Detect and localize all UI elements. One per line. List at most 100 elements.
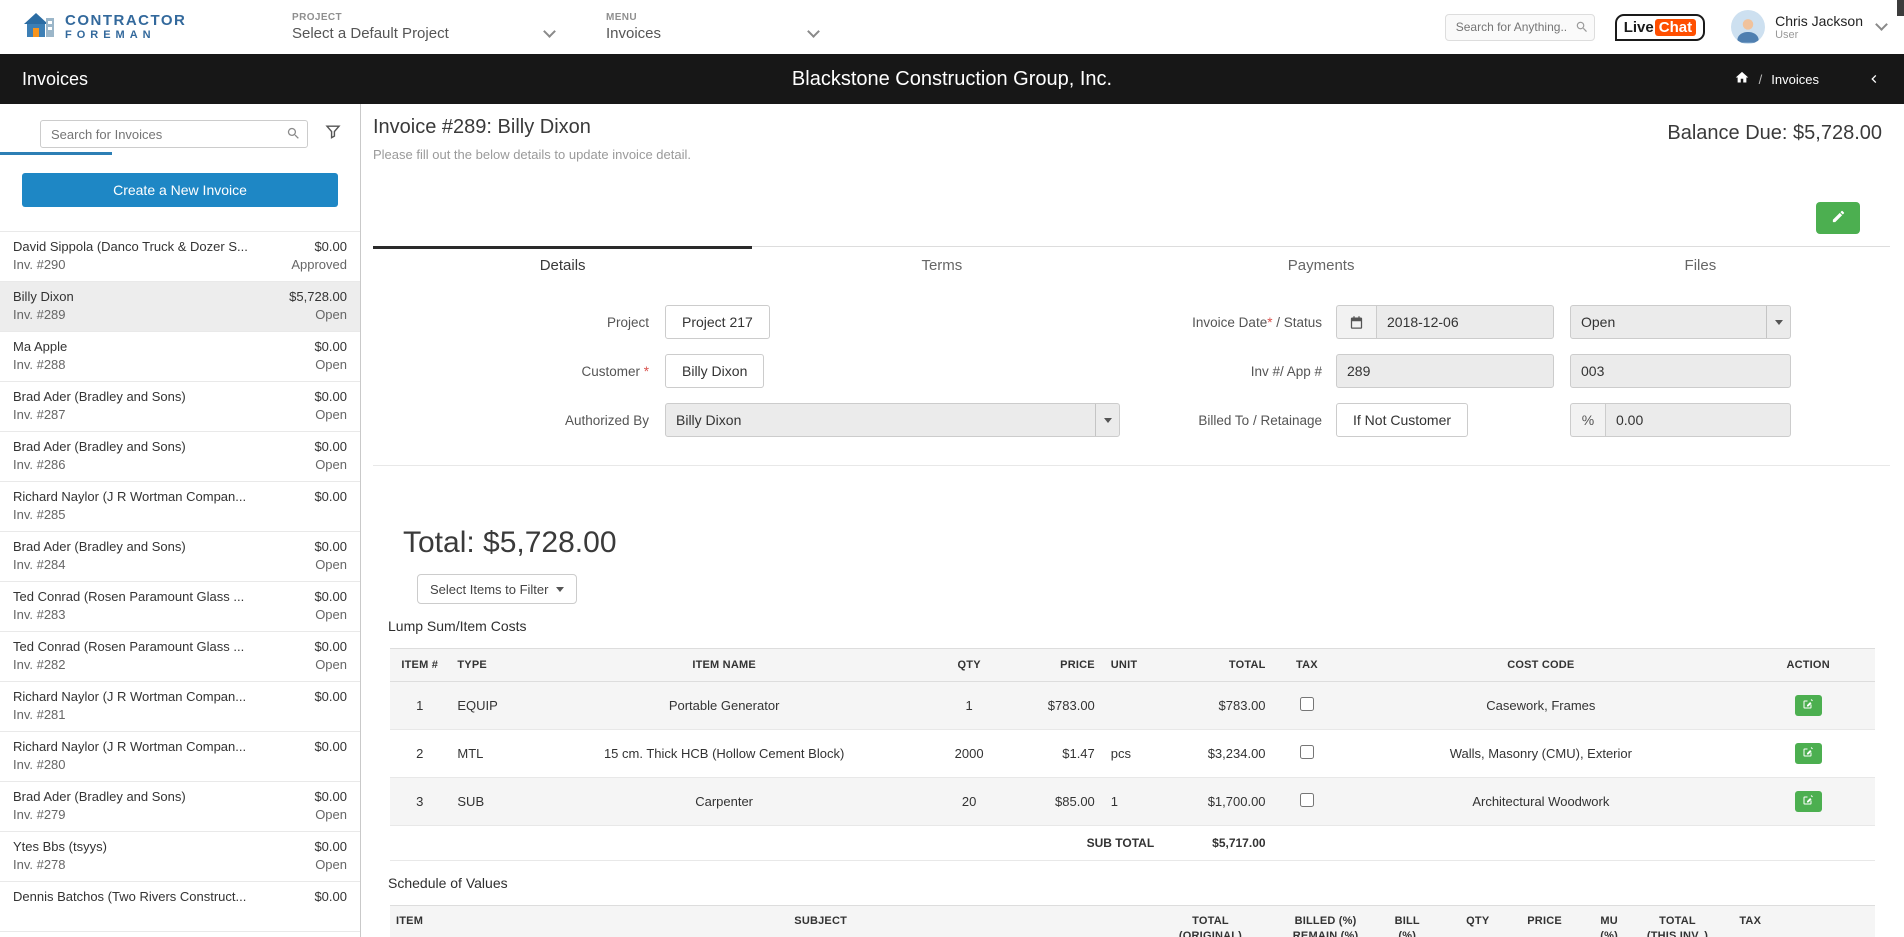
invoice-number: Inv. #285 bbox=[13, 507, 66, 522]
page-title: Invoices bbox=[22, 68, 89, 89]
tax-checkbox[interactable] bbox=[1299, 697, 1314, 711]
select-items-filter-button[interactable]: Select Items to Filter bbox=[417, 574, 578, 604]
table-row: 2 MTL 15 cm. Thick HCB (Hollow Cement Bl… bbox=[390, 729, 1875, 778]
subtotal-row: SUB TOTAL $5,717.00 bbox=[390, 825, 1875, 861]
home-icon[interactable] bbox=[1734, 70, 1750, 88]
retainage-input[interactable] bbox=[1605, 403, 1791, 437]
chevron-down-icon bbox=[807, 24, 820, 38]
invoice-detail-title: Invoice #289: Billy Dixon bbox=[373, 116, 591, 138]
invoice-number-input[interactable] bbox=[1336, 354, 1554, 388]
search-icon[interactable] bbox=[286, 126, 301, 146]
active-tab-indicator bbox=[0, 152, 112, 155]
schedule-of-values-label: Schedule of Values bbox=[388, 875, 508, 891]
invoice-customer: Richard Naylor (J R Wortman Compan... bbox=[13, 489, 247, 504]
user-menu[interactable]: Chris Jackson User bbox=[1731, 10, 1888, 44]
logo-house-icon bbox=[22, 10, 56, 45]
edit-invoice-button[interactable] bbox=[1816, 202, 1860, 234]
list-item[interactable]: Ted Conrad (Rosen Paramount Glass ... $0.… bbox=[0, 632, 360, 682]
tab-terms[interactable]: Terms bbox=[752, 247, 1131, 285]
menu-selector[interactable]: MENU Invoices bbox=[606, 12, 820, 42]
cell-action bbox=[1741, 681, 1875, 730]
scrollbar-thumb[interactable] bbox=[1897, 0, 1904, 16]
invoice-status: Open bbox=[315, 557, 347, 572]
tab-payments[interactable]: Payments bbox=[1132, 247, 1511, 285]
invoice-amount: $5,728.00 bbox=[289, 289, 347, 304]
breadcrumb-separator: / bbox=[1758, 71, 1763, 87]
status-select-value: Open bbox=[1581, 314, 1616, 330]
tab-files[interactable]: Files bbox=[1511, 247, 1890, 285]
invoice-amount: $0.00 bbox=[314, 789, 347, 804]
list-item[interactable]: Brad Ader (Bradley and Sons) $0.00 Inv. #… bbox=[0, 532, 360, 582]
status-select[interactable]: Open bbox=[1570, 305, 1791, 339]
invoice-number: Inv. #289 bbox=[13, 307, 66, 322]
invoice-customer: Ted Conrad (Rosen Paramount Glass ... bbox=[13, 639, 245, 654]
cell-type: MTL bbox=[449, 729, 524, 778]
authorized-by-select[interactable]: Billy Dixon bbox=[665, 403, 1120, 437]
list-item[interactable]: David Sippola (Danco Truck & Dozer S... $… bbox=[0, 232, 360, 282]
col-total-this-invoice: TOTAL (THIS INV..) bbox=[1640, 905, 1715, 937]
list-item[interactable]: Ytes Bbs (tsyys) $0.00 Inv. #278 Open bbox=[0, 832, 360, 882]
invoice-date-input[interactable] bbox=[1376, 305, 1554, 339]
tab-details[interactable]: Details bbox=[373, 246, 753, 285]
list-item[interactable]: Brad Ader (Bradley and Sons) $0.00 Inv. #… bbox=[0, 782, 360, 832]
invoice-number: Inv. #287 bbox=[13, 407, 66, 422]
list-item[interactable]: Brad Ader (Bradley and Sons) $0.00 Inv. #… bbox=[0, 382, 360, 432]
project-value-button[interactable]: Project 217 bbox=[665, 305, 770, 339]
invoice-status: Open bbox=[315, 807, 347, 822]
invoice-number: Inv. #282 bbox=[13, 657, 66, 672]
list-item[interactable]: Dennis Batchos (Two Rivers Construct... $… bbox=[0, 882, 360, 932]
invoice-customer: Billy Dixon bbox=[13, 289, 74, 304]
tax-checkbox[interactable] bbox=[1299, 793, 1314, 807]
table-header-row: ITEM # TYPE ITEM NAME QTY PRICE UNIT TOT… bbox=[390, 648, 1875, 682]
list-item[interactable]: Ted Conrad (Rosen Paramount Glass ... $0.… bbox=[0, 582, 360, 632]
edit-icon bbox=[1802, 698, 1814, 713]
cell-qty: 20 bbox=[924, 777, 1014, 826]
invoice-number: Inv. #280 bbox=[13, 757, 66, 772]
col-total-original: TOTAL (ORIGINAL) bbox=[1139, 905, 1282, 937]
list-item[interactable]: Ma Apple $0.00 Inv. #288 Open bbox=[0, 332, 360, 382]
application-number-input[interactable] bbox=[1570, 354, 1791, 388]
list-item[interactable]: Richard Naylor (J R Wortman Compan... $0.… bbox=[0, 732, 360, 782]
page-header: Invoices Blackstone Construction Group, … bbox=[0, 54, 1904, 104]
customer-field-label: Customer * bbox=[581, 363, 649, 379]
project-selector[interactable]: PROJECT Select a Default Project bbox=[292, 12, 556, 42]
invoice-amount: $0.00 bbox=[314, 389, 347, 404]
collapse-panel-button[interactable] bbox=[1866, 71, 1882, 87]
cell-total: $1,700.00 bbox=[1162, 777, 1274, 826]
invoice-amount: $0.00 bbox=[314, 689, 347, 704]
list-item[interactable]: Richard Naylor (J R Wortman Compan... $0.… bbox=[0, 682, 360, 732]
global-search-input[interactable] bbox=[1444, 13, 1595, 41]
invoice-number: Inv. #278 bbox=[13, 857, 66, 872]
calendar-icon[interactable] bbox=[1336, 305, 1376, 339]
edit-item-button[interactable] bbox=[1794, 743, 1822, 764]
customer-value-button[interactable]: Billy Dixon bbox=[665, 354, 765, 388]
if-not-customer-button[interactable]: If Not Customer bbox=[1336, 403, 1469, 437]
col-price: PRICE bbox=[1013, 648, 1103, 682]
breadcrumb-current[interactable]: Invoices bbox=[1771, 72, 1819, 87]
user-role: User bbox=[1775, 28, 1799, 41]
col-unit: UNIT bbox=[1102, 648, 1163, 682]
search-icon[interactable] bbox=[1575, 20, 1589, 39]
tax-checkbox[interactable] bbox=[1299, 745, 1314, 759]
list-item[interactable]: Brad Ader (Bradley and Sons) $0.00 Inv. #… bbox=[0, 432, 360, 482]
filter-icon[interactable] bbox=[324, 123, 342, 145]
create-invoice-button[interactable]: Create a New Invoice bbox=[22, 173, 338, 207]
edit-item-button[interactable] bbox=[1794, 791, 1822, 812]
edit-icon bbox=[1802, 746, 1814, 761]
edit-icon bbox=[1802, 794, 1814, 809]
col-item: ITEM bbox=[390, 905, 502, 937]
list-item[interactable]: Richard Naylor (J R Wortman Compan... $0.… bbox=[0, 482, 360, 532]
invoice-customer: Ytes Bbs (tsyys) bbox=[13, 839, 107, 854]
detail-tabs: Details Terms Payments Files bbox=[373, 246, 1890, 285]
col-item-name: ITEM NAME bbox=[523, 648, 925, 682]
project-field-label: Project bbox=[606, 314, 649, 330]
app-logo[interactable]: CONTRACTOR FOREMAN bbox=[22, 10, 247, 45]
livechat-live-text: Live bbox=[1623, 18, 1654, 36]
line-items-table: ITEM # TYPE ITEM NAME QTY PRICE UNIT TOT… bbox=[390, 648, 1875, 861]
livechat-logo[interactable]: Live Chat bbox=[1614, 13, 1706, 41]
col-billed-remain: BILLED (%) REMAIN (%) bbox=[1281, 905, 1371, 937]
edit-item-button[interactable] bbox=[1794, 695, 1822, 716]
list-item[interactable]: Billy Dixon $5,728.00 Inv. #289 Open bbox=[0, 282, 360, 332]
invoice-search-input[interactable] bbox=[40, 120, 308, 148]
cell-cost-code: Walls, Masonry (CMU), Exterior bbox=[1340, 729, 1742, 778]
